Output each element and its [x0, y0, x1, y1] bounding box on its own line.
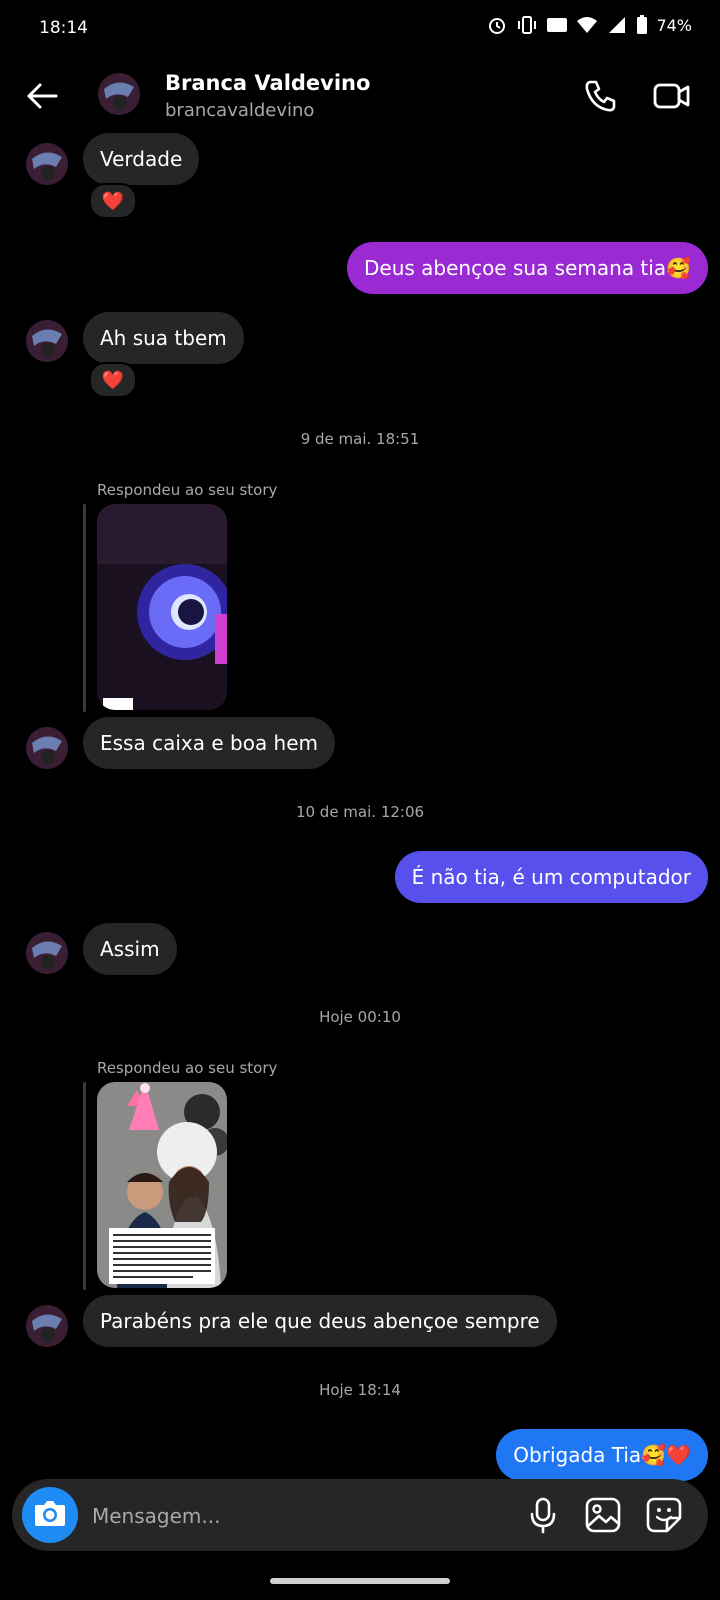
reaction-heart[interactable]: ❤️: [89, 362, 137, 398]
sender-avatar[interactable]: [26, 320, 68, 362]
story-thumbnail[interactable]: [97, 1082, 227, 1288]
message-sent[interactable]: Deus abençoe sua semana tia🥰: [346, 242, 708, 294]
reply-bar: [83, 1082, 86, 1290]
microphone-icon[interactable]: [524, 1496, 562, 1534]
status-icons: 74%: [486, 14, 692, 36]
contact-name[interactable]: Branca Valdevino: [165, 71, 370, 95]
home-indicator[interactable]: [270, 1578, 450, 1584]
timestamp: 10 de mai. 12:06: [295, 803, 425, 821]
timestamp: 9 de mai. 18:51: [300, 430, 420, 448]
timestamp: Hoje 00:10: [319, 1008, 401, 1026]
message-received[interactable]: Parabéns pra ele que deus abençoe sempre: [83, 1295, 557, 1347]
message-input[interactable]: [90, 1495, 494, 1537]
message-sent[interactable]: Obrigada Tia🥰❤️: [496, 1429, 708, 1481]
wifi-icon: [576, 14, 598, 36]
sender-avatar[interactable]: [26, 727, 68, 769]
heart-emoji: ❤️: [101, 369, 125, 391]
alarm-icon: [486, 14, 508, 36]
phone-icon[interactable]: [580, 76, 620, 116]
video-icon[interactable]: [652, 76, 692, 116]
sticker-icon[interactable]: [645, 1496, 683, 1534]
vibrate-icon: [516, 14, 538, 36]
contact-handle[interactable]: brancavaldevino: [165, 100, 314, 121]
battery-percent: 74%: [656, 15, 692, 35]
profile-avatar[interactable]: [98, 73, 140, 115]
back-arrow-icon[interactable]: [24, 78, 60, 114]
heart-emoji: ❤️: [101, 190, 125, 212]
story-reply-label: Respondeu ao seu story: [97, 1059, 278, 1077]
battery-icon: [636, 14, 648, 36]
signal-icon: [606, 14, 628, 36]
camera-button[interactable]: [22, 1487, 78, 1543]
timestamp: Hoje 18:14: [319, 1381, 401, 1399]
sender-avatar[interactable]: [26, 1305, 68, 1347]
camera-icon: [33, 1498, 67, 1532]
message-received[interactable]: Assim: [83, 923, 177, 975]
reaction-heart[interactable]: ❤️: [89, 183, 137, 219]
sender-avatar[interactable]: [26, 932, 68, 974]
status-time: 18:14: [39, 18, 88, 38]
message-received[interactable]: Essa caixa e boa hem: [83, 717, 336, 769]
message-received[interactable]: Ah sua tbem: [83, 312, 244, 364]
story-thumbnail[interactable]: [97, 504, 227, 710]
sender-avatar[interactable]: [26, 143, 68, 185]
message-received[interactable]: Verdade: [83, 133, 200, 185]
gallery-icon[interactable]: [584, 1496, 622, 1534]
reply-bar: [83, 504, 86, 712]
message-sent[interactable]: É não tia, é um computador: [394, 851, 708, 903]
story-reply-label: Respondeu ao seu story: [97, 481, 278, 499]
volte-icon: [546, 14, 568, 36]
